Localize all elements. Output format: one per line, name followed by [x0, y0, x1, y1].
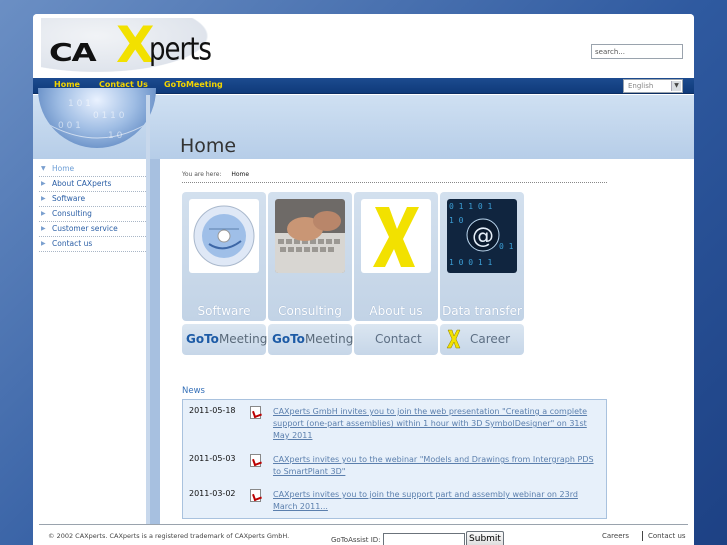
search-input[interactable] — [591, 44, 683, 59]
sidebar-item-label: Home — [52, 164, 75, 173]
language-select[interactable]: English ▼ — [623, 79, 683, 93]
sidebar-item-software[interactable]: ▶ Software — [39, 192, 146, 207]
svg-text:1 0 0 1 1: 1 0 0 1 1 — [449, 258, 493, 267]
news-date: 2011-05-18 — [189, 406, 236, 415]
sidebar-navigation: ▼ Home ▶ About CAXperts ▶ Software ▶ Con… — [39, 162, 146, 252]
sidebar-item-label: Consulting — [52, 209, 92, 218]
tile-consulting[interactable]: Consulting — [268, 192, 352, 321]
sidebar-item-home[interactable]: ▼ Home — [39, 162, 146, 177]
breadcrumb-prefix: You are here: — [182, 171, 222, 178]
svg-text:0 0 1: 0 0 1 — [58, 121, 81, 131]
pdf-icon[interactable] — [250, 454, 261, 467]
gotomeeting-logo-bold: GoTo — [186, 332, 219, 346]
contact-tile-button[interactable]: Contact — [354, 324, 438, 355]
arrow-down-icon: ▼ — [41, 165, 46, 172]
career-tile-button[interactable]: Career — [440, 324, 524, 355]
gotomeeting-button-2[interactable]: GoToMeeting® — [268, 324, 359, 355]
svg-text:0 1 1 0: 0 1 1 0 — [93, 111, 125, 121]
arrow-right-icon: ▶ — [41, 195, 46, 202]
news-heading: News — [182, 386, 205, 396]
yellow-x-graphic — [373, 207, 419, 267]
tile-about-us[interactable]: About us — [354, 192, 438, 321]
arrow-right-icon: ▶ — [41, 240, 46, 247]
tile-software[interactable]: Software — [182, 192, 266, 321]
breadcrumb-current[interactable]: Home — [231, 171, 249, 178]
gotoassist-id-input[interactable] — [383, 533, 465, 545]
svg-text:0 1: 0 1 — [499, 242, 514, 251]
content-left-stripe — [150, 159, 160, 545]
news-link[interactable]: CAXperts invites you to join the support… — [273, 489, 598, 513]
news-link[interactable]: CAXperts GmbH invites you to join the we… — [273, 406, 598, 442]
gotomeeting-logo-light: Meeting — [304, 332, 354, 346]
arrow-right-icon: ▶ — [41, 225, 46, 232]
x-logo-icon — [361, 199, 431, 273]
footer-separator — [642, 531, 643, 541]
news-date: 2011-03-02 — [189, 489, 236, 498]
arrow-right-icon: ▶ — [41, 210, 46, 217]
x-logo-small-icon — [446, 329, 461, 349]
sidebar-item-about[interactable]: ▶ About CAXperts — [39, 177, 146, 192]
news-link[interactable]: CAXperts invites you to the webinar "Mod… — [273, 454, 598, 478]
keyboard-photo-graphic — [275, 199, 345, 273]
cd-disc-graphic — [193, 205, 255, 267]
gotomeeting-button-1[interactable]: GoToMeeting® — [182, 324, 273, 355]
caxperts-logo[interactable]: CA X perts — [41, 18, 226, 78]
cd-icon — [189, 199, 259, 273]
tile-label: Software — [197, 304, 251, 318]
logo-text-ca: CA — [49, 38, 97, 67]
contact-tile-label: Contact — [375, 332, 422, 346]
career-tile-label: Career — [470, 332, 511, 346]
sidebar-item-customer-service[interactable]: ▶ Customer service — [39, 222, 146, 237]
arrow-right-icon: ▶ — [41, 180, 46, 187]
gotomeeting-logo: GoToMeeting® — [272, 332, 359, 346]
at-sign-graphic: 0 1 1 0 1 1 0 0 1 1 1 0 0 1 @ — [447, 199, 517, 273]
tile-label: Data transfer — [442, 304, 522, 318]
page-container: CA X perts Home Contact Us GoToMeeting E… — [33, 14, 694, 545]
svg-text:1 0: 1 0 — [449, 216, 464, 225]
language-select-value: English — [628, 82, 654, 90]
copyright-text: © 2002 CAXperts. CAXperts is a registere… — [48, 532, 290, 540]
sidebar-item-label: Contact us — [52, 239, 93, 248]
keyboard-hands-icon — [275, 199, 345, 273]
svg-text:1 0 1: 1 0 1 — [68, 99, 91, 109]
tile-label: About us — [369, 304, 423, 318]
svg-text:0 1 1 0 1: 0 1 1 0 1 — [449, 202, 493, 211]
breadcrumb: You are here: Home — [182, 171, 607, 183]
sidebar-item-label: About CAXperts — [52, 179, 112, 188]
pdf-icon[interactable] — [250, 406, 261, 419]
gotomeeting-logo: GoToMeeting® — [186, 332, 273, 346]
footer-contact-us-link[interactable]: Contact us — [648, 532, 686, 540]
news-date: 2011-05-03 — [189, 454, 236, 463]
footer-careers-link[interactable]: Careers — [602, 532, 629, 540]
gotomeeting-logo-bold: GoTo — [272, 332, 305, 346]
site-header: CA X perts — [33, 14, 694, 78]
at-sign-binary-icon: 0 1 1 0 1 1 0 0 1 1 1 0 0 1 @ — [447, 199, 517, 273]
gotomeeting-logo-light: Meeting — [218, 332, 268, 346]
news-list: 2011-05-18 CAXperts GmbH invites you to … — [182, 399, 607, 519]
site-footer: © 2002 CAXperts. CAXperts is a registere… — [39, 524, 688, 545]
submit-button[interactable]: Submit — [466, 531, 504, 545]
page-title: Home — [180, 135, 237, 157]
tile-data-transfer[interactable]: 0 1 1 0 1 1 0 0 1 1 1 0 0 1 @ Data trans… — [440, 192, 524, 321]
sidebar-item-label: Customer service — [52, 224, 118, 233]
sidebar-item-consulting[interactable]: ▶ Consulting — [39, 207, 146, 222]
tile-label: Consulting — [278, 304, 342, 318]
pdf-icon[interactable] — [250, 489, 261, 502]
svg-text:@: @ — [472, 224, 494, 249]
gotoassist-label: GoToAssist ID: — [331, 536, 381, 544]
sidebar-item-label: Software — [52, 194, 86, 203]
logo-text-perts: perts — [149, 32, 212, 68]
sidebar-item-contact-us[interactable]: ▶ Contact us — [39, 237, 146, 252]
main-content: You are here: Home Software Consulting A… — [160, 159, 680, 539]
nav-gotomeeting-link[interactable]: GoToMeeting — [164, 80, 223, 89]
chevron-down-icon: ▼ — [671, 81, 681, 91]
